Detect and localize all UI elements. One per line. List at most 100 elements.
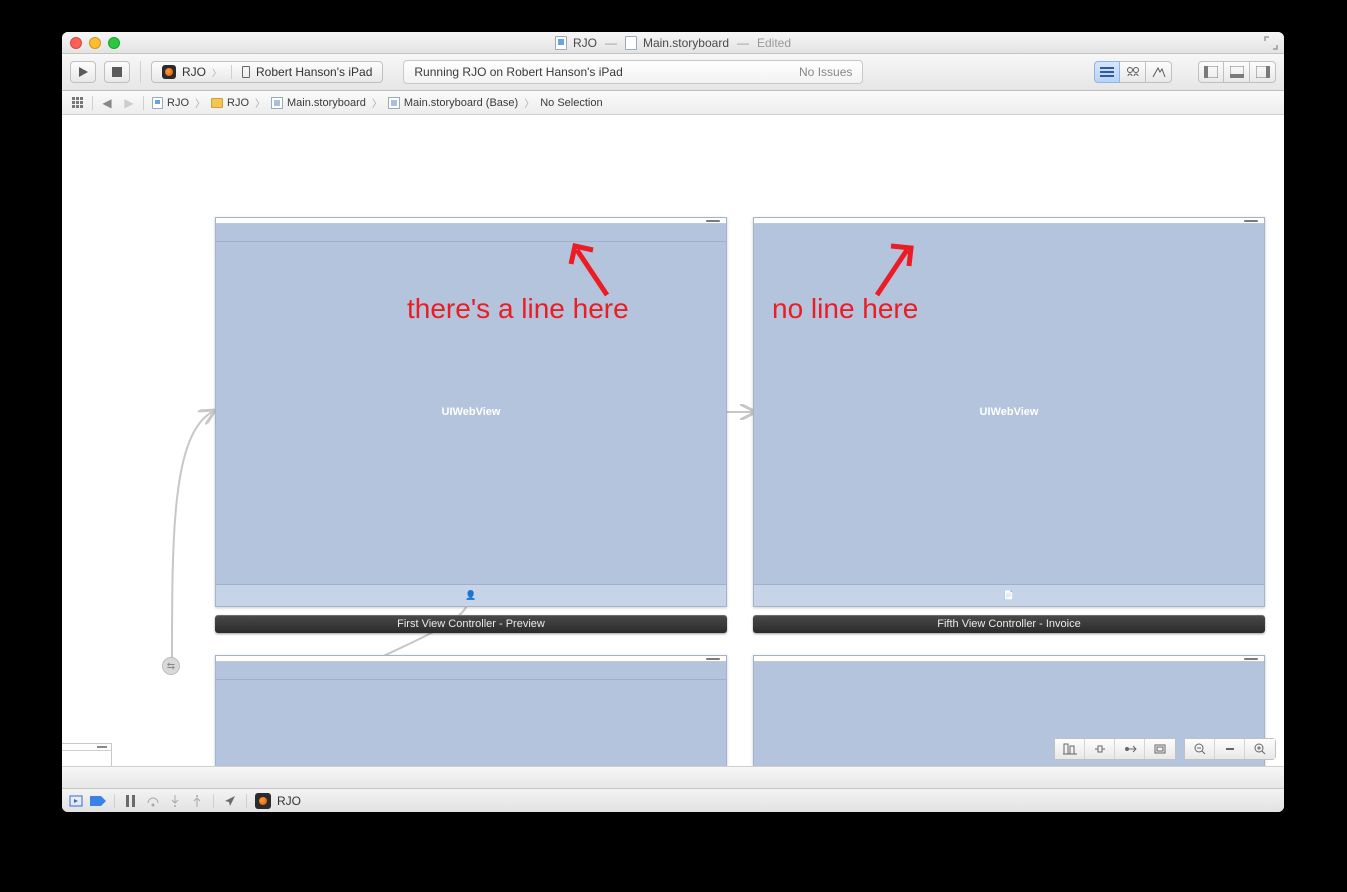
canvas-controls (1054, 738, 1276, 760)
crumb-label: RJO (227, 97, 249, 109)
stop-button[interactable] (104, 61, 130, 83)
run-button[interactable] (70, 61, 96, 83)
jump-selection[interactable]: No Selection (536, 97, 606, 109)
scheme-dest-label: Robert Hanson's iPad (256, 65, 372, 79)
process-name[interactable]: RJO (277, 794, 301, 808)
file-icon (625, 36, 637, 50)
zoom-in-button[interactable] (1245, 739, 1275, 759)
scheme-destination[interactable]: Robert Hanson's iPad (231, 65, 382, 79)
device-icon (242, 66, 250, 78)
tab-item-icon: 📄 (1003, 590, 1014, 601)
title-separator: — (737, 36, 749, 50)
uiwebview[interactable]: UIWebView (216, 218, 726, 606)
activity-viewer[interactable]: Running RJO on Robert Hanson's iPad No I… (403, 60, 863, 84)
crumb-label: Main.storyboard (Base) (404, 97, 518, 109)
storyboard-icon (271, 97, 283, 109)
fullscreen-icon[interactable] (1264, 36, 1278, 50)
pin-button[interactable] (1085, 739, 1115, 759)
scene-first-view-controller[interactable]: UIWebView 👤 (215, 217, 727, 607)
step-over-button[interactable] (145, 793, 161, 809)
forward-button[interactable]: ▶ (119, 95, 139, 111)
titlebar: RJO — Main.storyboard — Edited (62, 32, 1284, 54)
crumb-label: No Selection (540, 97, 602, 109)
toggle-utilities-button[interactable] (1250, 61, 1276, 83)
simulate-location-button[interactable] (222, 793, 238, 809)
scheme-app-label: RJO (182, 65, 206, 79)
divider (246, 794, 247, 808)
scene-tab-bar: 👤 (216, 584, 726, 606)
chevron-right-icon: 〉 (195, 95, 205, 110)
pause-button[interactable] (123, 793, 139, 809)
panel-visibility-group (1198, 61, 1276, 83)
app-icon (162, 65, 176, 79)
back-button[interactable]: ◀ (97, 95, 117, 111)
folder-icon (211, 98, 223, 108)
jump-storyboard[interactable]: Main.storyboard (267, 97, 370, 109)
title-separator: — (605, 36, 617, 50)
standard-editor-button[interactable] (1094, 61, 1120, 83)
layout-controls (1054, 738, 1176, 760)
related-items-button[interactable] (68, 95, 88, 111)
scene-fifth-view-controller[interactable]: UIWebView 📄 (753, 217, 1265, 607)
chevron-right-icon: 〉 (372, 95, 382, 110)
resolve-issues-button[interactable] (1115, 739, 1145, 759)
title-project: RJO (573, 36, 597, 50)
divider (143, 96, 144, 110)
align-button[interactable] (1055, 739, 1085, 759)
chevron-right-icon: 〉 (255, 95, 265, 110)
window-title: RJO — Main.storyboard — Edited (62, 36, 1284, 50)
jump-bar: ◀ ▶ RJO 〉 RJO 〉 Main.storyboard 〉 Main.s… (62, 91, 1284, 115)
minimize-icon[interactable] (89, 37, 101, 49)
status-issues: No Issues (799, 65, 852, 79)
editor-mode-group (1094, 61, 1172, 83)
annotation-arrow-left (567, 240, 617, 300)
version-editor-button[interactable] (1146, 61, 1172, 83)
view-class-label: UIWebView (980, 406, 1039, 418)
crumb-label: Main.storyboard (287, 97, 366, 109)
debug-bar: RJO (62, 788, 1284, 812)
zoom-out-button[interactable] (1185, 739, 1215, 759)
toggle-navigator-button[interactable] (1198, 61, 1224, 83)
storyboard-icon (388, 97, 400, 109)
toggle-debug-button[interactable] (1224, 61, 1250, 83)
tab-item-icon: 👤 (465, 590, 476, 601)
xcode-window: RJO — Main.storyboard — Edited RJO 〉 (62, 32, 1284, 812)
scheme-app[interactable]: RJO 〉 (152, 65, 231, 79)
resizing-button[interactable] (1145, 739, 1175, 759)
chevron-right-icon: 〉 (524, 95, 534, 110)
divider (213, 794, 214, 808)
breakpoints-button[interactable] (90, 793, 106, 809)
zoom-icon[interactable] (108, 37, 120, 49)
traffic-lights (70, 37, 120, 49)
project-icon (152, 97, 163, 109)
storyboard-canvas[interactable]: ⇆ UIWebView 👤 UIWebView 📄 First View Con… (62, 115, 1284, 788)
view-class-label: UIWebView (442, 406, 501, 418)
scheme-selector[interactable]: RJO 〉 Robert Hanson's iPad (151, 61, 383, 83)
assistant-editor-button[interactable] (1120, 61, 1146, 83)
divider (114, 794, 115, 808)
title-edited: Edited (757, 36, 791, 50)
scene-title-right[interactable]: Fifth View Controller - Invoice (753, 615, 1265, 633)
step-out-button[interactable] (189, 793, 205, 809)
scene-title-left[interactable]: First View Controller - Preview (215, 615, 727, 633)
toolbar: RJO 〉 Robert Hanson's iPad Running RJO o… (62, 54, 1284, 91)
project-icon (555, 36, 567, 50)
tab-bar-controller-node[interactable]: ⇆ (162, 657, 180, 675)
chevron-right-icon: 〉 (212, 66, 221, 79)
uiwebview[interactable]: UIWebView (754, 218, 1264, 606)
close-icon[interactable] (70, 37, 82, 49)
jump-base[interactable]: Main.storyboard (Base) (384, 97, 522, 109)
step-in-button[interactable] (167, 793, 183, 809)
jump-folder[interactable]: RJO (207, 97, 253, 109)
zoom-controls (1184, 738, 1276, 760)
zoom-actual-button[interactable] (1215, 739, 1245, 759)
hide-debug-button[interactable] (68, 793, 84, 809)
scene-title-label: First View Controller - Preview (397, 618, 545, 630)
jump-project[interactable]: RJO (148, 97, 193, 109)
title-file: Main.storyboard (643, 36, 729, 50)
divider (92, 96, 93, 110)
divider (140, 61, 141, 83)
editor-bottom-bar (62, 766, 1284, 788)
process-icon (255, 793, 271, 809)
status-text: Running RJO on Robert Hanson's iPad (414, 65, 622, 79)
